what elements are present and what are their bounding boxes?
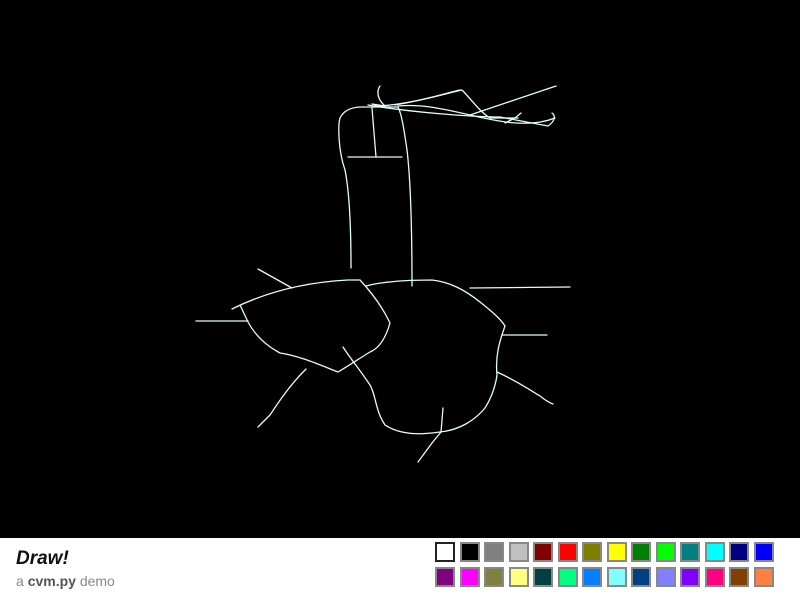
stroke	[371, 85, 519, 119]
footer-bar: Draw! a cvm.py demo	[0, 538, 800, 600]
drawing-canvas[interactable]	[0, 0, 800, 538]
color-swatch[interactable]	[509, 567, 529, 587]
stroke	[397, 104, 556, 124]
stroke	[496, 371, 554, 405]
color-swatch[interactable]	[484, 542, 504, 562]
app-title: Draw!	[16, 548, 69, 569]
color-swatch[interactable]	[558, 542, 578, 562]
color-swatch[interactable]	[607, 542, 627, 562]
color-swatch[interactable]	[460, 542, 480, 562]
color-swatch[interactable]	[631, 542, 651, 562]
color-swatch[interactable]	[533, 542, 553, 562]
stroke	[371, 107, 377, 158]
stroke	[231, 279, 391, 373]
color-swatch[interactable]	[754, 542, 774, 562]
color-swatch[interactable]	[729, 542, 749, 562]
color-swatch[interactable]	[435, 567, 455, 587]
stroke	[257, 368, 307, 428]
color-swatch[interactable]	[754, 567, 774, 587]
color-swatch[interactable]	[729, 567, 749, 587]
subtitle-suffix: demo	[75, 573, 115, 589]
color-swatch[interactable]	[680, 567, 700, 587]
stroke	[469, 85, 557, 116]
color-swatch[interactable]	[558, 567, 578, 587]
drawing-strokes	[195, 85, 571, 463]
color-swatch[interactable]	[435, 542, 455, 562]
subtitle-library-name: cvm.py	[27, 573, 76, 589]
color-swatch[interactable]	[460, 567, 480, 587]
color-swatch[interactable]	[631, 567, 651, 587]
color-swatch[interactable]	[582, 542, 602, 562]
stroke	[257, 268, 293, 289]
color-swatch[interactable]	[607, 567, 627, 587]
color-palette	[435, 542, 799, 596]
color-swatch[interactable]	[656, 567, 676, 587]
color-swatch[interactable]	[656, 542, 676, 562]
color-swatch[interactable]	[705, 567, 725, 587]
stroke	[338, 106, 413, 287]
stroke	[417, 407, 444, 463]
color-swatch[interactable]	[582, 567, 602, 587]
color-swatch[interactable]	[484, 567, 504, 587]
stroke	[342, 279, 506, 435]
stroke	[394, 89, 461, 106]
color-swatch[interactable]	[705, 542, 725, 562]
color-swatch[interactable]	[509, 542, 529, 562]
subtitle-prefix: a	[16, 573, 28, 589]
color-swatch[interactable]	[680, 542, 700, 562]
color-swatch[interactable]	[533, 567, 553, 587]
stroke	[469, 286, 571, 289]
app-subtitle: a cvm.py demo	[16, 573, 115, 589]
